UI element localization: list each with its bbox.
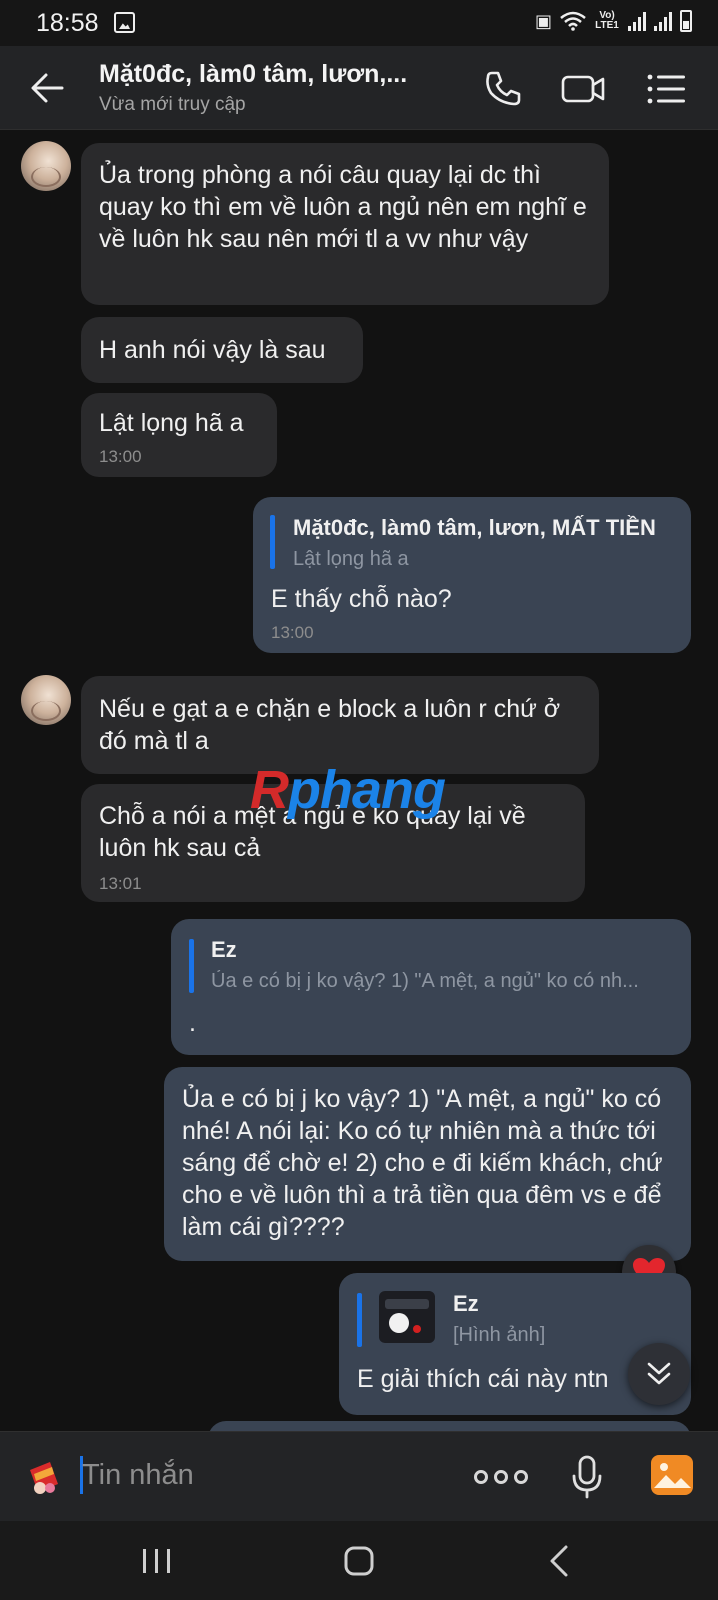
message-composer <box>0 1431 718 1521</box>
status-bar: 18:58 ▣ Vo) LTE1 <box>0 0 718 46</box>
quote-sender: Ez <box>211 937 237 962</box>
message-text: Nếu e gạt a e chặn e block a luôn r chứ … <box>99 695 561 755</box>
quoted-image-thumbnail[interactable] <box>379 1291 435 1343</box>
message-text: H anh nói vậy là sau <box>99 336 326 364</box>
quote-bar <box>270 515 275 569</box>
lte-label: Vo) LTE1 <box>595 10 619 31</box>
chat-header: Mặt0đc, làm0 tâm, lươn,... Vừa mới truy … <box>0 46 718 130</box>
status-time: 18:58 <box>36 9 99 37</box>
watermark-logo: Rphang <box>250 760 446 820</box>
quote-text: Ủa e có bị j ko vậy? 1) "A mệt, a ngủ" k… <box>211 970 639 992</box>
message-text: . <box>189 1009 196 1037</box>
quote-sender: Mặt0đc, làm0 tâm, lươn, MẤT TIỀN <box>293 515 656 540</box>
double-chevron-down-icon <box>647 1362 671 1385</box>
message-bubble-outgoing[interactable]: Mặt0đc, làm0 tâm, lươn, MẤT TIỀN Lật lọn… <box>253 497 691 653</box>
message-bubble-outgoing[interactable]: Ủa e có bị j ko vậy? 1) "A mệt, a ngủ" k… <box>164 1067 691 1261</box>
chat-title[interactable]: Mặt0đc, làm0 tâm, lươn,... <box>99 60 439 89</box>
message-text: Lật lọng hã a <box>99 409 244 437</box>
avatar[interactable] <box>21 675 71 725</box>
quote-text: Lật lọng hã a <box>293 548 409 570</box>
quote-text: [Hình ảnh] <box>453 1324 546 1346</box>
message-time: 13:00 <box>99 447 142 466</box>
last-seen-status: Vừa mới truy cập <box>99 94 246 115</box>
image-notification-icon <box>114 12 135 33</box>
signal-1-icon <box>628 11 646 31</box>
microphone-icon[interactable] <box>570 1454 604 1500</box>
more-options-button[interactable] <box>474 1462 528 1492</box>
message-time: 13:01 <box>99 874 142 893</box>
dot-icon <box>474 1470 488 1484</box>
message-input[interactable] <box>82 1450 442 1500</box>
message-bubble-incoming[interactable]: H anh nói vậy là sau <box>81 317 363 383</box>
wifi-icon <box>560 11 586 31</box>
back-nav-icon[interactable] <box>540 1541 580 1581</box>
message-text: Ủa e có bị j ko vậy? 1) "A mệt, a ngủ" k… <box>182 1085 663 1241</box>
system-navigation-bar <box>0 1521 718 1600</box>
message-text: Ủa trong phòng a nói câu quay lại dc thì… <box>99 161 587 253</box>
recent-apps-icon[interactable] <box>137 1541 177 1581</box>
message-bubble-outgoing[interactable]: Ez Ủa e có bị j ko vậy? 1) "A mệt, a ngủ… <box>171 919 691 1055</box>
message-bubble-incoming[interactable]: Ủa trong phòng a nói câu quay lại dc thì… <box>81 143 609 305</box>
dot-icon <box>494 1470 508 1484</box>
message-time: 13:00 <box>271 623 314 642</box>
battery-icon <box>680 10 692 32</box>
sticker-icon[interactable] <box>24 1458 64 1498</box>
dot-icon <box>514 1470 528 1484</box>
signal-2-icon <box>654 11 672 31</box>
quote-bar <box>357 1293 362 1347</box>
menu-list-icon[interactable] <box>644 66 690 112</box>
gallery-icon[interactable] <box>650 1454 694 1496</box>
quote-sender: Ez <box>453 1291 479 1316</box>
quote-bar <box>189 939 194 993</box>
nfc-icon: ▣ <box>534 10 552 31</box>
status-icons: ▣ Vo) LTE1 <box>535 10 692 32</box>
message-text: E giải thích cái này ntn <box>357 1365 609 1393</box>
phone-call-icon[interactable] <box>480 66 526 112</box>
message-text: E thấy chỗ nào? <box>271 585 452 613</box>
message-bubble-outgoing[interactable] <box>208 1421 691 1431</box>
message-list[interactable]: Ủa trong phòng a nói câu quay lại dc thì… <box>0 131 718 1431</box>
scroll-to-bottom-button[interactable] <box>628 1343 690 1405</box>
back-arrow-icon[interactable] <box>28 68 68 108</box>
video-call-icon[interactable] <box>560 66 606 112</box>
avatar[interactable] <box>21 141 71 191</box>
message-bubble-incoming[interactable]: Lật lọng hã a 13:00 <box>81 393 277 477</box>
home-icon[interactable] <box>339 1541 379 1581</box>
